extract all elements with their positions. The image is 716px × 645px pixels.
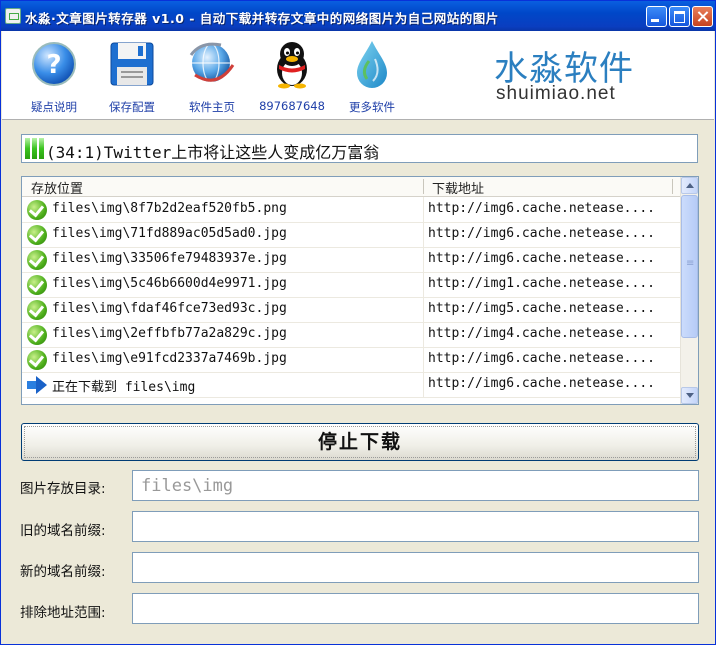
column-divider[interactable]	[423, 179, 424, 194]
old-domain-input[interactable]	[132, 511, 699, 542]
scroll-down-button[interactable]	[681, 387, 698, 404]
list-header: 存放位置 下载地址	[22, 177, 682, 197]
help-button[interactable]: ? 疑点说明	[19, 33, 89, 117]
new-domain-input[interactable]	[132, 552, 699, 583]
list-item[interactable]: 正在下载到 files\img http://img6.cache.netease…	[22, 372, 682, 398]
title-bar[interactable]: 水淼·文章图片转存器 v1.0 - 自动下载并转存文章中的网络图片为自己网站的图…	[1, 1, 715, 31]
cell-divider	[423, 322, 424, 347]
cell-url: http://img6.cache.netease....	[428, 251, 655, 266]
cell-divider	[423, 197, 424, 222]
cell-path: files\img\fdaf46fce73ed93c.jpg	[52, 301, 287, 316]
homepage-label: 软件主页	[189, 100, 235, 114]
svg-text:?: ?	[46, 50, 61, 80]
water-drop-icon	[357, 41, 387, 88]
app-window: 水淼·文章图片转存器 v1.0 - 自动下载并转存文章中的网络图片为自己网站的图…	[0, 0, 716, 645]
floppy-save-icon	[110, 42, 154, 86]
globe-icon	[189, 42, 235, 83]
cell-path: files\img\8f7b2d2eaf520fb5.png	[52, 201, 287, 216]
qq-contact-button[interactable]: 897687648	[257, 33, 327, 117]
qq-number-label: 897687648	[259, 99, 325, 113]
brand-logo-domain: shuimiao.net	[496, 83, 616, 104]
column-header-url[interactable]: 下载地址	[432, 178, 484, 197]
check-icon	[27, 225, 47, 245]
cell-url: http://img1.cache.netease....	[428, 276, 655, 291]
cell-divider	[423, 247, 424, 272]
exclude-range-label: 排除地址范围:	[20, 605, 106, 621]
download-list[interactable]: 存放位置 下载地址 files\img\8f7b2d2eaf520fb5.png…	[21, 176, 699, 405]
check-icon	[27, 275, 47, 295]
cell-divider	[423, 272, 424, 297]
cell-url: http://img5.cache.netease....	[428, 301, 655, 316]
check-icon	[27, 200, 47, 220]
new-domain-label: 新的域名前缀:	[20, 564, 106, 580]
column-header-path[interactable]: 存放位置	[31, 178, 83, 197]
help-icon: ?	[32, 42, 76, 86]
cell-path: files\img\33506fe79483937e.jpg	[52, 251, 287, 266]
app-icon	[5, 8, 21, 24]
scroll-thumb[interactable]	[681, 195, 698, 338]
cell-path: 正在下载到 files\img	[52, 380, 196, 395]
cell-path: files\img\2effbfb77a2a829c.jpg	[52, 326, 287, 341]
cell-url: http://img6.cache.netease....	[428, 376, 655, 391]
scroll-up-button[interactable]	[681, 177, 698, 194]
save-config-button[interactable]: 保存配置	[97, 33, 167, 117]
minimize-button[interactable]	[646, 6, 667, 27]
maximize-button[interactable]	[669, 6, 690, 27]
cell-divider	[423, 222, 424, 247]
window-title: 水淼·文章图片转存器 v1.0 - 自动下载并转存文章中的网络图片为自己网站的图…	[25, 11, 499, 26]
more-software-label: 更多软件	[349, 100, 395, 114]
list-item[interactable]: files\img\5c46b6600d4e9971.jpg http://img…	[22, 272, 682, 298]
toolbar: ? 疑点说明 保存配置 软件主页 897687648 更多软件 水淼软件 shu…	[2, 31, 714, 120]
check-icon	[27, 300, 47, 320]
cell-divider	[423, 297, 424, 322]
homepage-button[interactable]: 软件主页	[177, 33, 247, 117]
list-item[interactable]: files\img\71fd889ac05d5ad0.jpg http://img…	[22, 222, 682, 248]
check-icon	[27, 250, 47, 270]
cell-path: files\img\5c46b6600d4e9971.jpg	[52, 276, 287, 291]
list-item[interactable]: files\img\33506fe79483937e.jpg http://img…	[22, 247, 682, 273]
cell-path: files\img\71fd889ac05d5ad0.jpg	[52, 226, 287, 241]
arrow-right-icon	[27, 375, 47, 395]
image-dir-label: 图片存放目录:	[20, 481, 106, 497]
close-button[interactable]	[692, 6, 713, 27]
more-software-button[interactable]: 更多软件	[337, 33, 407, 117]
old-domain-label: 旧的域名前缀:	[20, 523, 106, 539]
cell-url: http://img4.cache.netease....	[428, 326, 655, 341]
image-dir-input[interactable]	[132, 470, 699, 501]
cell-path: files\img\e91fcd2337a7469b.jpg	[52, 351, 287, 366]
help-label: 疑点说明	[31, 100, 77, 114]
stop-download-button[interactable]: 停止下载	[21, 423, 699, 461]
progress-text: (34:1)Twitter上市将让这些人变成亿万富翁	[46, 143, 380, 162]
save-config-label: 保存配置	[109, 100, 155, 114]
progress-fill	[25, 138, 44, 159]
cell-url: http://img6.cache.netease....	[428, 226, 655, 241]
vertical-scrollbar[interactable]	[680, 177, 698, 404]
cell-url: http://img6.cache.netease....	[428, 351, 655, 366]
cell-url: http://img6.cache.netease....	[428, 201, 655, 216]
list-item[interactable]: files\img\fdaf46fce73ed93c.jpg http://img…	[22, 297, 682, 323]
list-item[interactable]: files\img\2effbfb77a2a829c.jpg http://img…	[22, 322, 682, 348]
list-item[interactable]: files\img\e91fcd2337a7469b.jpg http://img…	[22, 347, 682, 373]
check-icon	[27, 325, 47, 345]
cell-divider	[423, 372, 424, 397]
progress-bar: (34:1)Twitter上市将让这些人变成亿万富翁	[21, 134, 698, 163]
cell-divider	[423, 347, 424, 372]
check-icon	[27, 350, 47, 370]
qq-penguin-icon	[277, 42, 307, 89]
exclude-range-input[interactable]	[132, 593, 699, 624]
list-item[interactable]: files\img\8f7b2d2eaf520fb5.png http://img…	[22, 197, 682, 223]
column-divider[interactable]	[672, 179, 673, 194]
